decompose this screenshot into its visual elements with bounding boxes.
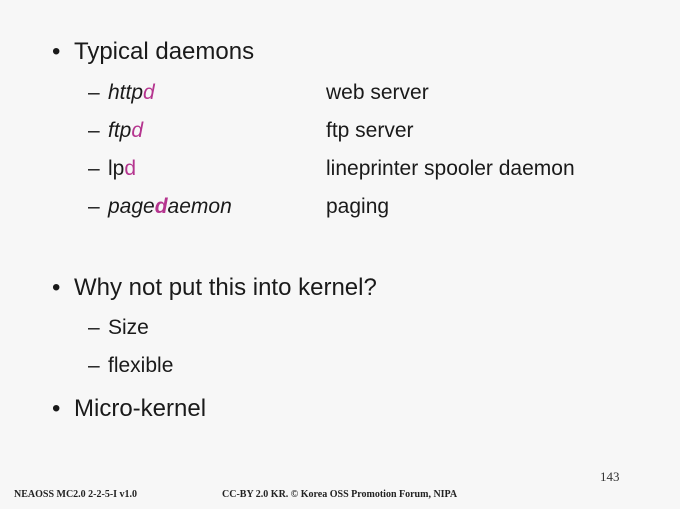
daemon-description: web server — [326, 81, 429, 104]
footer-license: CC-BY 2.0 KR. © Korea OSS Promotion Foru… — [222, 489, 458, 500]
sub-item-flexible: – flexible — [88, 353, 173, 379]
bullet-text: Typical daemons — [74, 38, 255, 65]
dash: – — [88, 195, 100, 218]
daemon-description: ftp server — [326, 119, 414, 142]
dash: – — [88, 354, 100, 377]
bullet-micro-kernel: • Micro-kernel — [52, 394, 206, 424]
daemon-name: httpd — [108, 81, 155, 104]
slide: • Typical daemons – httpd web server – ftpd… — [0, 0, 680, 509]
daemon-item-httpd: – httpd web server — [88, 80, 429, 106]
daemon-item-pagedaemon: – pagedaemon paging — [88, 194, 389, 220]
bullet-dot: • — [52, 274, 61, 301]
daemon-description: paging — [326, 195, 390, 218]
daemon-name: ftpd — [108, 119, 144, 142]
daemon-name: lpd — [108, 157, 137, 180]
page-number: 143 — [600, 469, 620, 484]
dash: – — [88, 316, 100, 339]
daemon-item-ftpd: – ftpd ftp server — [88, 118, 414, 144]
sub-item-text: Size — [108, 316, 149, 339]
bullet-dot: • — [52, 38, 61, 65]
dash: – — [88, 157, 100, 180]
daemon-name: pagedaemon — [108, 195, 232, 218]
bullet-why-not-kernel: • Why not put this into kernel? — [52, 273, 377, 303]
dash: – — [88, 81, 100, 104]
bullet-text: Micro-kernel — [74, 395, 207, 422]
dash: – — [88, 119, 100, 142]
bullet-text: Why not put this into kernel? — [74, 274, 377, 301]
bullet-typical-daemons: • Typical daemons — [52, 37, 254, 67]
daemon-item-lpd: – lpd lineprinter spooler daemon — [88, 156, 575, 182]
daemon-description: lineprinter spooler daemon — [326, 157, 575, 180]
footer-course-code: NEAOSS MC2.0 2-2-5-I v1.0 — [14, 489, 138, 500]
bullet-dot: • — [52, 395, 61, 422]
sub-item-text: flexible — [108, 354, 174, 377]
sub-item-size: – Size — [88, 315, 149, 341]
